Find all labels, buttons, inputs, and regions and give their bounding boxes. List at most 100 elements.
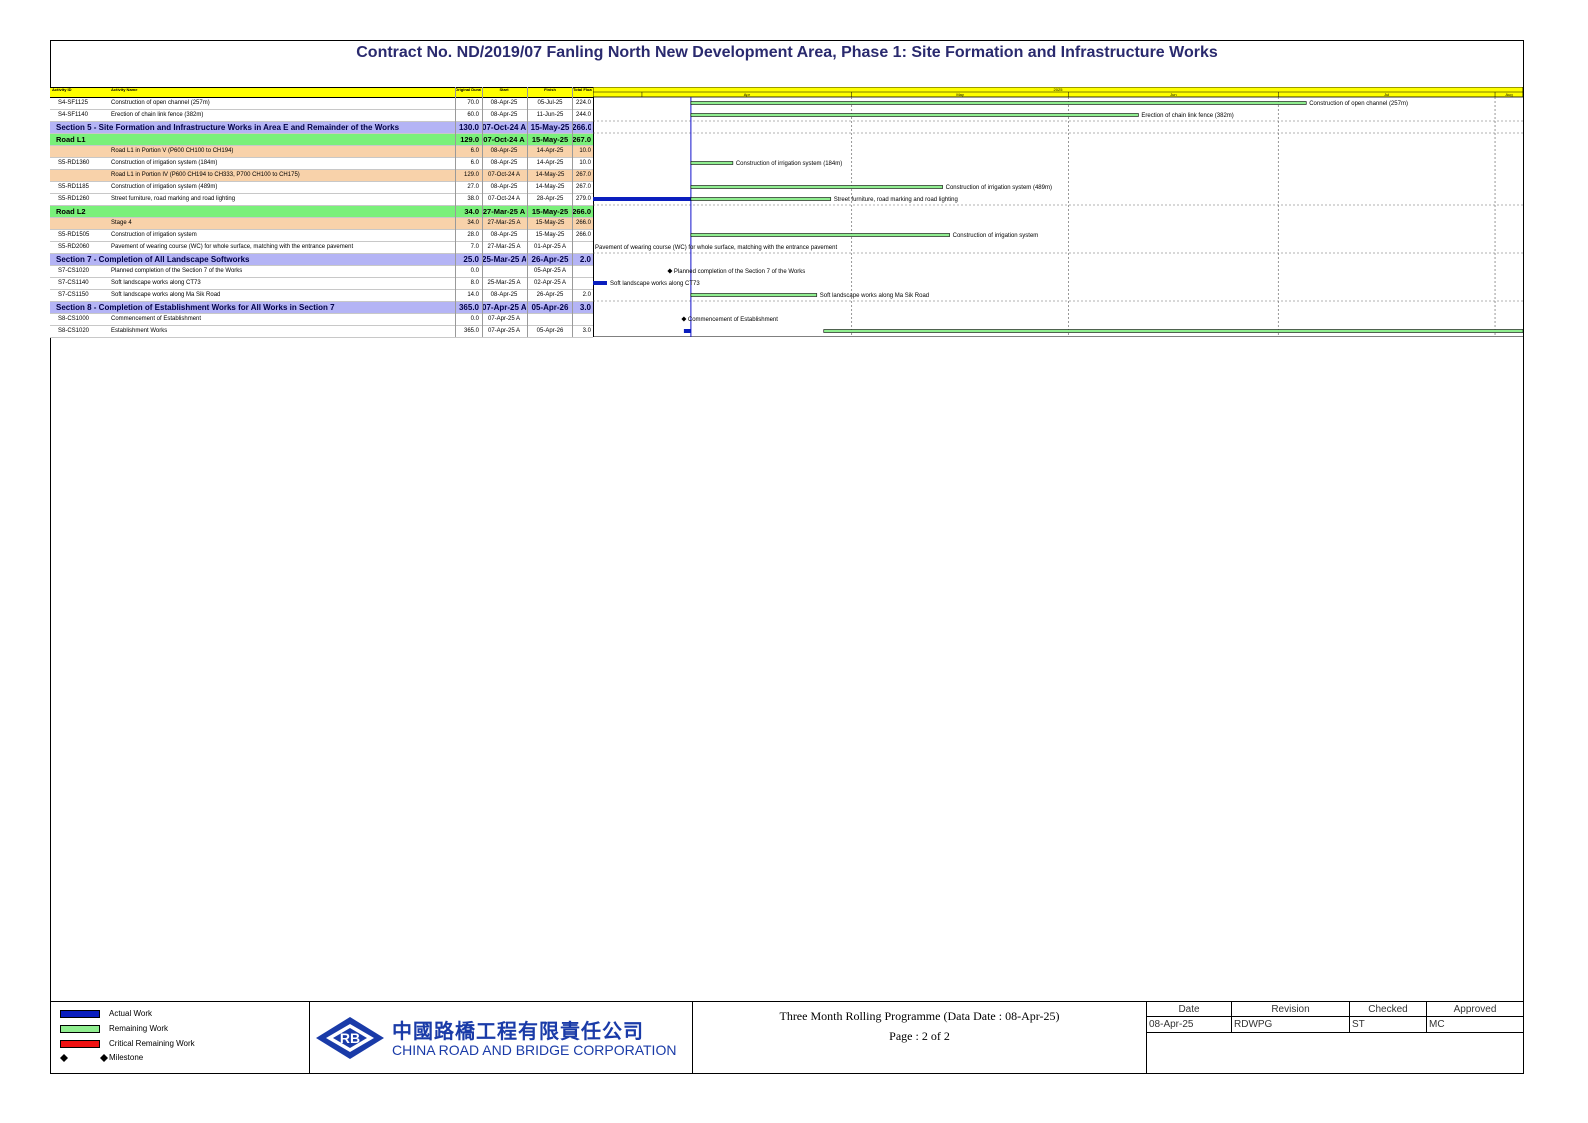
activity-table: Activity ID Activity Name Original Durat… <box>50 87 593 338</box>
milestone-diamond <box>681 316 687 322</box>
legend-label: Remaining Work <box>109 1024 168 1033</box>
activity-id: S4-SF1125 <box>58 100 88 106</box>
bar-label: Soft landscape works along CT73 <box>610 281 700 287</box>
activity-name: Stage 4 <box>111 220 132 226</box>
activity-id: S5-RD1505 <box>58 232 90 238</box>
table-rows: S4-SF1125 Construction of open channel (2… <box>50 98 593 338</box>
column-divider <box>455 87 456 337</box>
company-logo-block: RB 中國路橋工程有限責任公司 CHINA ROAD AND BRIDGE CO… <box>309 1001 692 1074</box>
activity-finish: 15-May-25 <box>531 135 569 144</box>
activity-duration: 130.0 <box>458 123 479 132</box>
activity-name: Commencement of Establishment <box>111 316 202 322</box>
activity-finish: 14-May-25 <box>535 184 565 190</box>
activity-duration: 14.0 <box>467 292 479 298</box>
activity-finish: 01-Apr-25 A <box>533 244 567 250</box>
section-row: Section 7 - Completion of All Landscape … <box>50 254 593 266</box>
legend: Actual Work Remaining Work Critical Rema… <box>50 1001 310 1074</box>
activity-float: 3.0 <box>582 328 591 334</box>
approval-block: Date Revision Checked Approved 08-Apr-25… <box>1147 1001 1524 1074</box>
activity-duration: 365.0 <box>463 328 479 334</box>
activity-start: 07-Apr-25 A <box>482 303 526 312</box>
activity-finish: 05-Apr-26 <box>536 328 564 334</box>
column-divider <box>482 87 483 337</box>
activity-start: 27-Mar-25 A <box>487 244 521 250</box>
activity-start: 07-Oct-24 A <box>483 135 525 144</box>
table-row: S4-SF1125 Construction of open channel (2… <box>50 98 593 110</box>
activity-finish: 15-May-25 <box>535 232 565 238</box>
header-finish: Finish <box>544 88 556 92</box>
table-row: S7-CS1020 Planned completion of the Secti… <box>50 266 593 278</box>
portion-row: Road L1 in Portion IV (P600 CH194 to CH3… <box>50 170 593 182</box>
remaining-work-bar <box>690 113 1139 117</box>
activity-float: 267.0 <box>575 172 591 178</box>
legend-swatch-remaining <box>60 1025 100 1033</box>
activity-duration: 60.0 <box>467 112 479 118</box>
road-row: Road L2 34.0 27-Mar-25 A 15-May-25 266.0 <box>50 206 593 218</box>
approval-header-approved: Approved <box>1427 1002 1524 1017</box>
table-row: S5-RD1260 Street furniture, road marking … <box>50 194 593 206</box>
activity-float: 266.0 <box>575 232 591 238</box>
header-duration: Original Duration <box>455 88 481 92</box>
activity-duration: 129.0 <box>463 172 479 178</box>
activity-name: Establishment Works <box>111 328 168 334</box>
actual-work-bar <box>683 329 691 333</box>
month-label: Jul <box>1384 92 1389 97</box>
activity-finish: 15-May-25 <box>531 207 569 216</box>
table-row: S8-CS1020 Establishment Works 365.0 07-Apr-… <box>50 326 593 338</box>
activity-start: 27-Mar-25 A <box>487 220 521 226</box>
activity-name: Section 7 - Completion of All Landscape … <box>56 255 250 264</box>
activity-name: Construction of irrigation system <box>111 232 197 238</box>
programme-page: Page : 2 of 2 <box>889 1029 950 1043</box>
activity-finish: 02-Apr-25 A <box>533 280 567 286</box>
logo-text: RB <box>340 1030 360 1046</box>
activity-duration: 7.0 <box>470 244 479 250</box>
table-row: S8-CS1000 Commencement of Establishment 0.… <box>50 314 593 326</box>
activity-name: Soft landscape works along Ma Sik Road <box>111 292 221 298</box>
activity-float: 279.0 <box>575 196 591 202</box>
month-label: May <box>956 92 964 97</box>
activity-finish: 05-Jul-25 <box>537 100 563 106</box>
activity-id: S8-CS1020 <box>58 328 90 334</box>
table-row: S5-RD1505 Construction of irrigation syst… <box>50 230 593 242</box>
approval-header-revision: Revision <box>1232 1002 1350 1017</box>
remaining-work-bar <box>690 197 832 201</box>
activity-float: 244.0 <box>575 112 591 118</box>
gantt-svg: 2025 Apr May Jun Jul Aug Construction of open … <box>593 87 1523 337</box>
activity-start: 07-Oct-24 A <box>487 196 520 202</box>
activity-float: 10.0 <box>579 160 591 166</box>
header-name: Activity Name <box>111 88 138 92</box>
remaining-work-bar <box>690 185 943 189</box>
activity-finish: 15-May-25 <box>535 220 565 226</box>
activity-name: Road L1 <box>56 135 86 144</box>
activity-finish: 14-May-25 <box>535 172 565 178</box>
activity-finish: 26-Apr-25 <box>536 292 564 298</box>
milestone-diamond-icon <box>60 1054 108 1062</box>
programme-block: Three Month Rolling Programme (Data Date… <box>692 1001 1147 1074</box>
activity-duration: 70.0 <box>467 100 479 106</box>
month-label: Apr <box>744 92 751 97</box>
actual-work-bar <box>593 197 691 201</box>
activity-duration: 38.0 <box>467 196 479 202</box>
company-logo-icon: RB <box>316 1017 384 1059</box>
legend-label: Critical Remaining Work <box>109 1039 195 1048</box>
legend-swatch-actual <box>60 1010 100 1018</box>
activity-duration: 8.0 <box>470 280 479 286</box>
approval-value-checked: ST <box>1350 1017 1427 1033</box>
activity-name: Pavement of wearing course (WC) for whol… <box>111 244 354 250</box>
activity-start: 25-Mar-25 A <box>487 280 521 286</box>
legend-swatch-critical <box>60 1040 100 1048</box>
bar-label: Soft landscape works along Ma Sik Road <box>820 293 929 299</box>
activity-name: Erection of chain link fence (382m) <box>111 112 204 118</box>
activity-id: S5-RD2060 <box>58 244 90 250</box>
activity-duration: 365.0 <box>458 303 479 312</box>
activity-float: 2.0 <box>582 292 591 298</box>
activity-duration: 34.0 <box>464 207 479 216</box>
approval-value-approved: MC <box>1427 1017 1524 1033</box>
activity-finish: 05-Apr-25 A <box>533 268 567 274</box>
header-start: Start <box>499 88 509 92</box>
table-row: S7-CS1150 Soft landscape works along Ma S… <box>50 290 593 302</box>
table-header: Activity ID Activity Name Original Durat… <box>50 87 593 98</box>
activity-duration: 129.0 <box>460 135 479 144</box>
activity-finish: 05-Apr-26 <box>531 303 569 312</box>
bar-label: Pavement of wearing course (WC) for whol… <box>595 245 837 251</box>
